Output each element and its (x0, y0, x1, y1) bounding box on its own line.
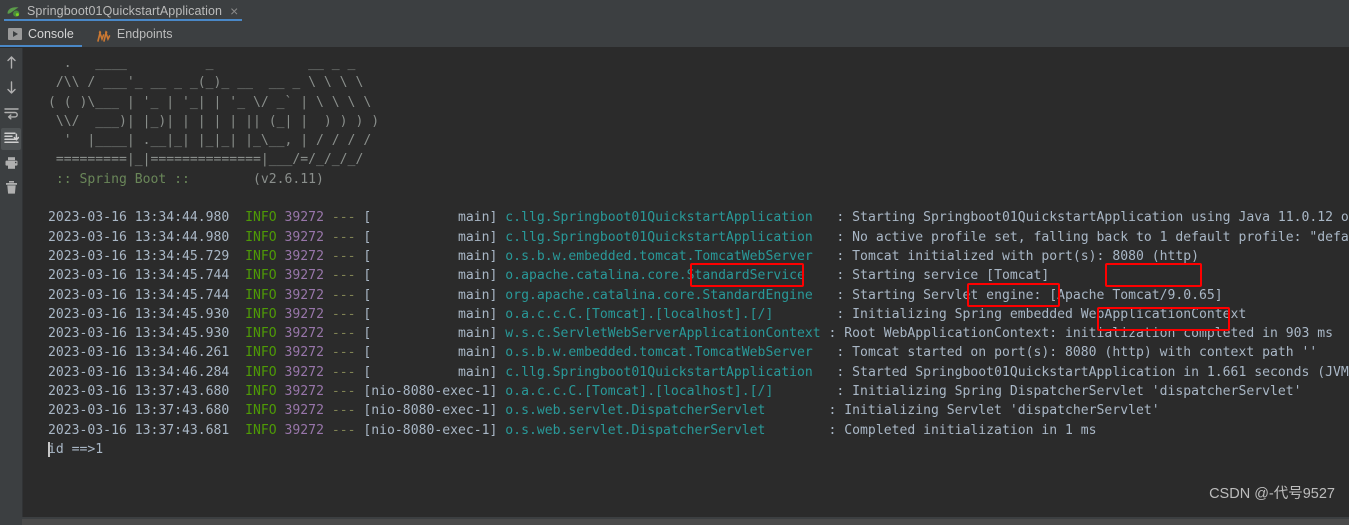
scroll-to-end-icon (3, 130, 19, 149)
bottom-status-bar (0, 517, 1349, 525)
close-icon[interactable]: × (230, 4, 238, 18)
trash-icon (4, 180, 19, 199)
watermark: CSDN @-代号9527 (1209, 486, 1335, 502)
console-output[interactable]: . ____ _ __ _ _ /\\ / ___'_ __ _ _(_)_ _… (22, 48, 1349, 525)
idea-run-tool-window: Springboot01QuickstartApplication × Cons… (0, 0, 1349, 525)
tab-endpoints[interactable]: Endpoints (88, 21, 187, 47)
arrow-down-icon (5, 80, 18, 99)
scroll-up-button[interactable] (1, 53, 21, 75)
tab-endpoints-label: Endpoints (116, 27, 173, 41)
run-console-icon (8, 28, 22, 40)
console-body: . ____ _ __ _ _ /\\ / ___'_ __ _ _(_)_ _… (0, 48, 1349, 525)
console-log-text: . ____ _ __ _ _ /\\ / ___'_ __ _ _(_)_ _… (48, 56, 1349, 457)
run-configuration-tab-bar: Springboot01QuickstartApplication × (0, 0, 1349, 21)
tab-console[interactable]: Console (0, 21, 88, 47)
clear-all-button[interactable] (1, 178, 21, 200)
tool-window-tabs: Console Endpoints (0, 21, 1349, 48)
scroll-down-button[interactable] (1, 78, 21, 100)
endpoints-icon (96, 28, 111, 42)
console-toolbar (0, 48, 22, 525)
run-tab-springboot-application[interactable]: Springboot01QuickstartApplication × (0, 0, 246, 21)
tab-console-label: Console (28, 27, 74, 41)
spring-leaf-icon (6, 4, 21, 18)
arrow-up-icon (5, 55, 18, 74)
tab-console-indicator (0, 45, 82, 47)
bottom-scrollbar[interactable] (22, 519, 1349, 525)
print-button[interactable] (1, 153, 21, 175)
soft-wrap-icon (3, 105, 19, 124)
printer-icon (4, 155, 19, 174)
text-caret (48, 442, 50, 457)
scroll-to-end-button[interactable] (1, 128, 21, 150)
run-tab-label: Springboot01QuickstartApplication (27, 3, 223, 18)
soft-wrap-button[interactable] (1, 103, 21, 125)
